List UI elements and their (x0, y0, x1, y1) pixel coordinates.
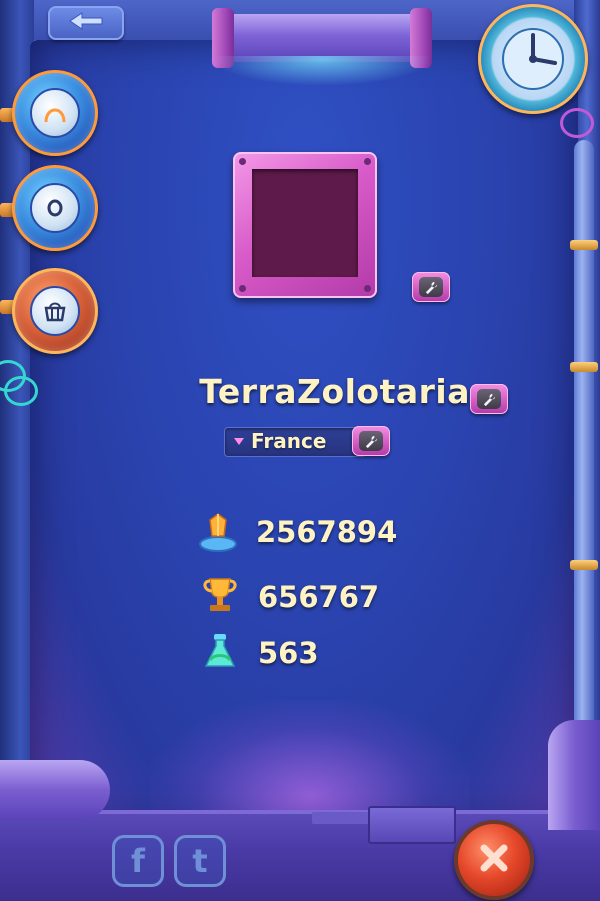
pipe-ring (570, 240, 598, 250)
helmet-icon (30, 88, 80, 138)
pipe-ring (570, 362, 598, 372)
shop-button[interactable] (12, 268, 98, 354)
pipe-ring (570, 560, 598, 570)
bottom-left-pipe (0, 760, 110, 820)
clock-icon (478, 4, 588, 114)
bottom-right-pipe (548, 720, 600, 830)
wrench-icon (359, 431, 383, 451)
close-button[interactable] (454, 820, 534, 900)
crystal-icon (196, 510, 240, 554)
avatar (252, 169, 358, 277)
dropdown-arrow-icon (234, 438, 244, 445)
tumblr-icon: t (192, 842, 208, 880)
porthole-icon (30, 183, 80, 233)
profile-screen: TerraZolotaria France 2567894 656767 563… (0, 0, 600, 901)
facebook-button[interactable]: f (112, 835, 164, 887)
helmet-button[interactable] (12, 70, 98, 156)
latch-bar (312, 812, 372, 824)
potions-count: 563 (258, 636, 319, 670)
shop-basket-icon (30, 286, 80, 336)
close-icon (476, 840, 512, 880)
edit-country-button[interactable] (352, 426, 390, 456)
edit-avatar-button[interactable] (412, 272, 450, 302)
cylinder-glow (212, 56, 432, 86)
coiled-wire (4, 376, 38, 406)
trophy-icon (198, 573, 242, 617)
facebook-icon: f (131, 842, 145, 880)
bottom-glow (150, 700, 470, 820)
country-value: France (251, 429, 327, 453)
potion-icon (198, 630, 242, 674)
wrench-icon (477, 389, 501, 409)
right-pipe (574, 140, 594, 760)
crystals-count: 2567894 (256, 515, 398, 549)
country-dropdown[interactable]: France (224, 427, 366, 457)
latch (368, 806, 456, 844)
edit-name-button[interactable] (470, 384, 508, 414)
coiled-wire (560, 108, 594, 138)
trophies-count: 656767 (258, 580, 380, 614)
avatar-frame (233, 152, 377, 298)
wrench-icon (419, 277, 443, 297)
back-button[interactable] (48, 6, 124, 40)
tumblr-button[interactable]: t (174, 835, 226, 887)
porthole-button[interactable] (12, 165, 98, 251)
player-name: TerraZolotaria (199, 372, 470, 411)
back-arrow-icon (68, 11, 104, 35)
